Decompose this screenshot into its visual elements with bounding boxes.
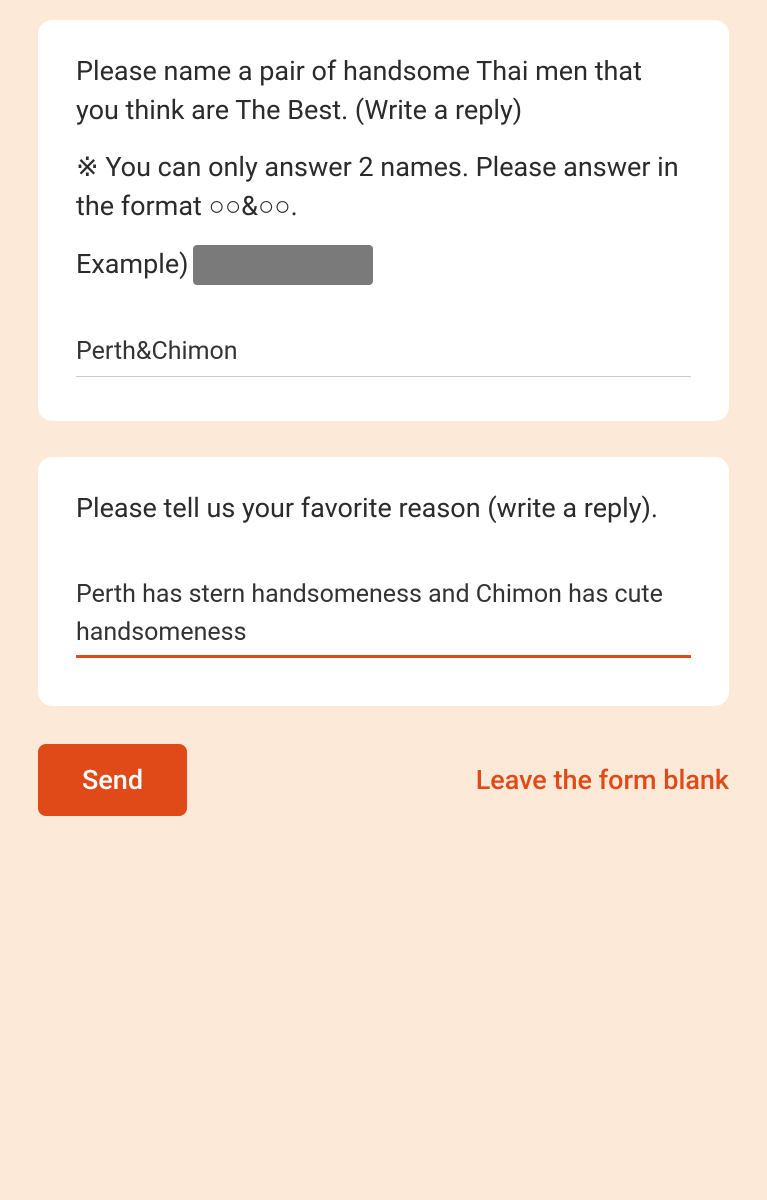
clear-form-link[interactable]: Leave the form blank	[476, 764, 729, 796]
answer-input[interactable]	[76, 574, 691, 658]
example-label: Example)	[76, 245, 189, 284]
question-paragraph: Please tell us your favorite reason (wri…	[76, 489, 691, 528]
question-card: Please tell us your favorite reason (wri…	[38, 457, 729, 706]
question-paragraph: ※ You can only answer 2 names. Please an…	[76, 148, 691, 226]
question-text: Please tell us your favorite reason (wri…	[76, 489, 691, 528]
answer-input[interactable]	[76, 331, 691, 378]
send-button[interactable]: Send	[38, 744, 187, 816]
redacted-block	[193, 245, 373, 285]
question-card: Please name a pair of handsome Thai men …	[38, 20, 729, 421]
question-paragraph: Please name a pair of handsome Thai men …	[76, 52, 691, 130]
action-row: Send Leave the form blank	[38, 744, 729, 824]
question-text: Please name a pair of handsome Thai men …	[76, 52, 691, 285]
example-line: Example)	[76, 245, 691, 285]
